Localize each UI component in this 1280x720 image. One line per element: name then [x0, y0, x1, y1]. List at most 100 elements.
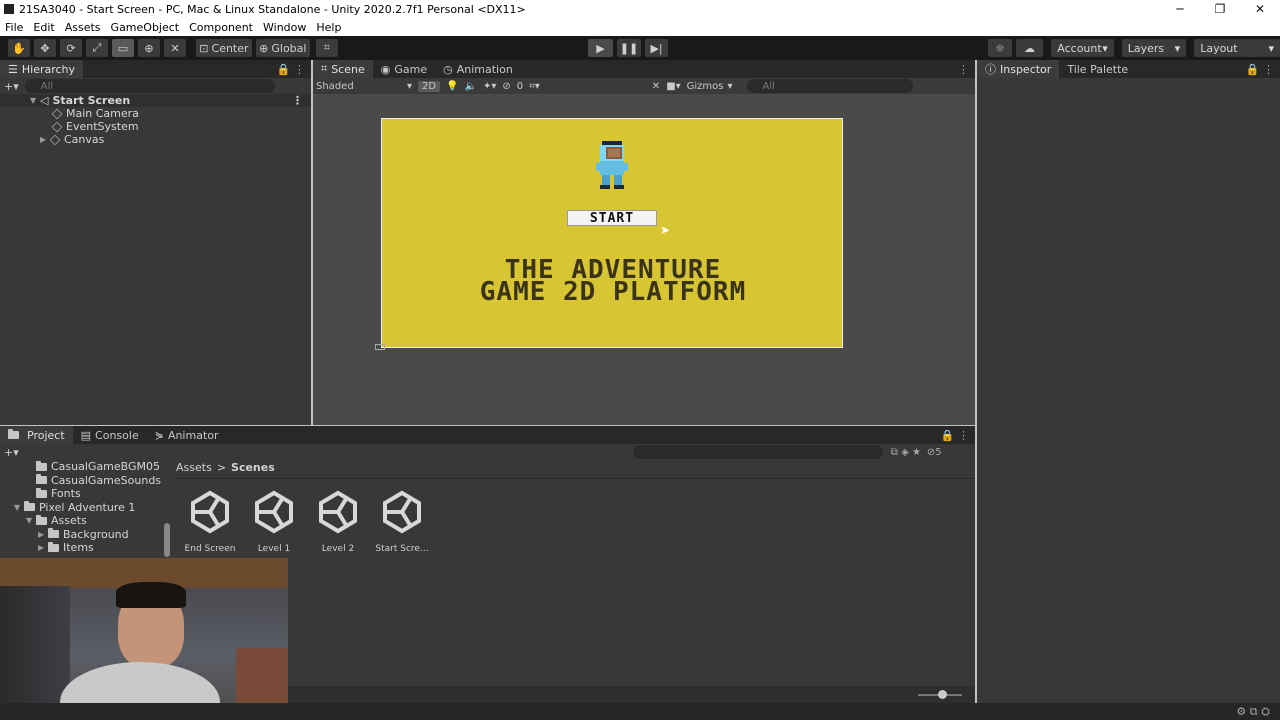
- folder-icon: [36, 474, 47, 485]
- scene-row[interactable]: ▼ ◁ Start Screen ⋮: [0, 94, 311, 107]
- scene-menu-icon[interactable]: ⋮: [292, 94, 303, 107]
- menu-help[interactable]: Help: [311, 21, 346, 34]
- rotate-tool-icon[interactable]: ⟳: [60, 39, 82, 57]
- folder-icon: [36, 514, 47, 525]
- maximize-button[interactable]: ❐: [1200, 0, 1240, 18]
- tab-animator[interactable]: ⋟ Animator: [147, 426, 227, 444]
- layout-dropdown[interactable]: Layout ▾: [1194, 39, 1280, 57]
- grid-snap-icon[interactable]: ⌗: [315, 39, 338, 57]
- panel-options-icon[interactable]: ⋮: [958, 63, 969, 76]
- tab-console[interactable]: ▤ Console: [73, 426, 147, 444]
- unity-app-icon: [4, 4, 14, 14]
- menu-component[interactable]: Component: [184, 21, 258, 34]
- project-search-input[interactable]: [632, 445, 883, 459]
- scene-asset[interactable]: End Screen: [180, 490, 240, 554]
- menu-window[interactable]: Window: [258, 21, 311, 34]
- webcam-video: [0, 558, 288, 720]
- folder-tree-item[interactable]: CasualGameSounds: [0, 474, 172, 488]
- move-tool-icon[interactable]: ✥: [34, 39, 56, 57]
- folder-tree-item[interactable]: Fonts: [0, 487, 172, 501]
- transform-tool-icon[interactable]: ⊕: [138, 39, 160, 57]
- gizmos-dropdown[interactable]: Gizmos ▾: [687, 81, 733, 92]
- rect-tool-icon[interactable]: ▭: [112, 39, 134, 57]
- grid-toggle-icon[interactable]: ⌗▾: [529, 81, 540, 92]
- menu-assets[interactable]: Assets: [60, 21, 106, 34]
- add-icon[interactable]: +▾: [4, 80, 19, 93]
- hierarchy-item[interactable]: EventSystem: [0, 120, 311, 133]
- icon-size-slider-thumb[interactable]: [938, 690, 947, 699]
- tab-inspector[interactable]: ⓘ Inspector: [977, 60, 1060, 78]
- audio-icon[interactable]: 🔈: [465, 81, 477, 92]
- play-button[interactable]: ▶: [587, 39, 614, 57]
- scene-asset[interactable]: Start Scre...: [372, 490, 432, 554]
- hidden-packages-icon[interactable]: ⊘: [927, 447, 935, 458]
- scene-icon: ◁: [40, 94, 49, 107]
- folder-tree-item[interactable]: CasualGameBGM05: [0, 460, 172, 474]
- folder-icon: [36, 487, 47, 498]
- start-button[interactable]: START: [567, 210, 657, 226]
- panel-options-icon[interactable]: 🔒 ⋮: [277, 63, 305, 76]
- effects-icon[interactable]: ✦▾: [483, 81, 496, 92]
- tab-project[interactable]: Project: [0, 426, 73, 444]
- cloud-icon[interactable]: ☁: [1015, 39, 1044, 57]
- menu-edit[interactable]: Edit: [28, 21, 59, 34]
- breadcrumb-assets[interactable]: Assets: [176, 461, 212, 474]
- folder-icon: [48, 541, 59, 552]
- folder-tree-item[interactable]: ▶ Items: [0, 541, 172, 555]
- visibility-icon[interactable]: ⊘: [502, 81, 510, 92]
- rect-handle-icon[interactable]: [375, 344, 385, 350]
- custom-tool-icon[interactable]: ✕: [164, 39, 186, 57]
- menu-gameobject[interactable]: GameObject: [106, 21, 185, 34]
- tools-icon[interactable]: ✕: [652, 81, 660, 92]
- hierarchy-item[interactable]: ▶ Canvas: [0, 133, 311, 146]
- pause-button[interactable]: ❚❚: [617, 39, 641, 57]
- tab-tile-palette[interactable]: Tile Palette: [1059, 60, 1136, 78]
- space-toggle[interactable]: ⊕ Global: [255, 39, 310, 57]
- tab-animation[interactable]: ◷ Animation: [435, 60, 521, 78]
- space-label: Global: [271, 41, 307, 55]
- scene-search-input[interactable]: All: [746, 79, 913, 93]
- panel-options-icon[interactable]: 🔒 ⋮: [941, 429, 969, 442]
- tab-game[interactable]: ◉ Game: [373, 60, 435, 78]
- asset-grid: End Screen Level 1 Level 2 Start Scre...: [180, 490, 432, 554]
- chevron-down-icon: ▾: [727, 80, 733, 92]
- tab-scene-label: Scene: [331, 62, 365, 76]
- status-icons[interactable]: ⚙ ⧉ ⛭: [1236, 705, 1270, 719]
- account-dropdown[interactable]: Account ▾: [1051, 39, 1114, 57]
- scene-asset[interactable]: Level 2: [308, 490, 368, 554]
- breadcrumb-divider: [174, 478, 975, 479]
- pivot-toggle[interactable]: ⊡ Center: [196, 39, 252, 57]
- hierarchy-search-input[interactable]: All: [24, 79, 275, 93]
- list-icon: ☰: [8, 62, 18, 76]
- scale-tool-icon[interactable]: ⤢: [86, 39, 108, 57]
- light-icon[interactable]: 💡: [446, 81, 458, 92]
- unity-scene-icon: [319, 490, 357, 534]
- step-button[interactable]: ▶|: [644, 39, 669, 57]
- chevron-down-icon: ▾: [1268, 41, 1274, 55]
- layers-dropdown[interactable]: Layers ▾: [1121, 39, 1187, 57]
- menu-bar: File Edit Assets GameObject Component Wi…: [0, 18, 1280, 36]
- add-icon[interactable]: +▾: [4, 446, 19, 459]
- breadcrumb-scenes[interactable]: Scenes: [231, 461, 275, 474]
- folder-tree-item[interactable]: ▼ Assets: [0, 514, 172, 528]
- camera-icon[interactable]: ■▾: [666, 81, 680, 92]
- tree-scrollbar[interactable]: [164, 523, 170, 557]
- filter-icons[interactable]: ⧉ ◈ ★: [891, 447, 921, 458]
- hierarchy-item[interactable]: Main Camera: [0, 107, 311, 120]
- hand-tool-icon[interactable]: ✋: [8, 39, 30, 57]
- panel-options-icon[interactable]: 🔒 ⋮: [1246, 63, 1274, 76]
- tab-hierarchy[interactable]: ☰ Hierarchy: [0, 60, 84, 78]
- scene-asset[interactable]: Level 1: [244, 490, 304, 554]
- shading-label: Shaded: [316, 80, 354, 92]
- collab-icon[interactable]: ☼: [988, 39, 1012, 57]
- person-hair: [116, 582, 186, 608]
- menu-file[interactable]: File: [0, 21, 28, 34]
- minimize-button[interactable]: ─: [1160, 0, 1200, 18]
- 2d-toggle[interactable]: 2D: [418, 80, 441, 92]
- folder-tree-item[interactable]: ▼ Pixel Adventure 1: [0, 501, 172, 515]
- shading-dropdown[interactable]: Shaded ▾: [316, 81, 412, 92]
- folder-tree-item[interactable]: ▶ Background: [0, 528, 172, 542]
- tab-scene[interactable]: ⌗ Scene: [313, 60, 373, 78]
- close-button[interactable]: ✕: [1240, 0, 1280, 18]
- scene-asset-label: End Screen: [184, 544, 236, 554]
